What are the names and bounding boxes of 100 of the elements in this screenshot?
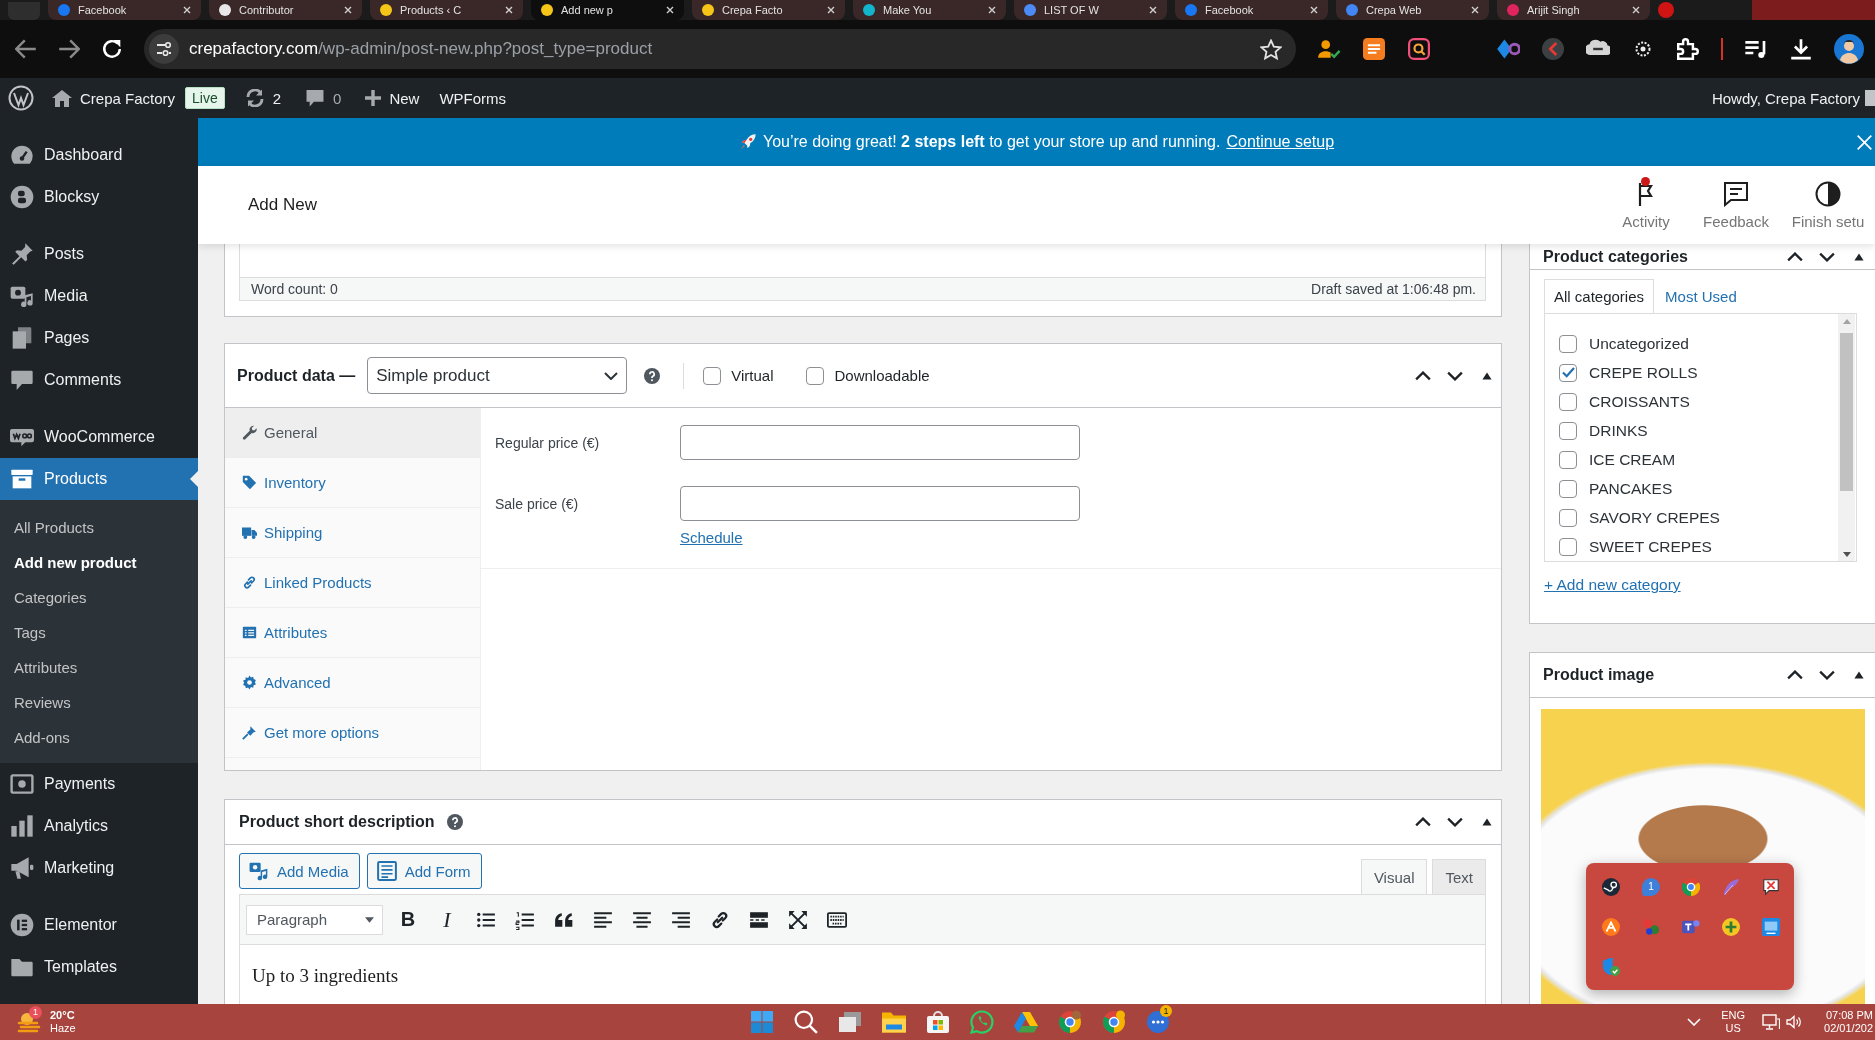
chevron-up-icon[interactable] — [1415, 817, 1431, 827]
blocked-chat-icon[interactable] — [1762, 878, 1780, 896]
checkbox[interactable] — [1559, 392, 1577, 411]
chevron-down-icon[interactable] — [1447, 370, 1463, 381]
submenu-item[interactable]: Add-ons — [0, 720, 198, 755]
browser-tab[interactable]: Contributor — [209, 0, 362, 20]
bold-button[interactable]: B — [393, 904, 423, 935]
tune-icon[interactable] — [149, 34, 179, 64]
site-name-link[interactable]: Crepa Factory — [52, 89, 176, 107]
chevron-down-icon[interactable] — [1819, 670, 1835, 680]
forms-menu-link[interactable]: WPForms — [439, 89, 507, 107]
browser-tab[interactable]: Arijit Singh — [1497, 0, 1650, 20]
menu-item[interactable]: Media — [0, 275, 198, 317]
close-icon[interactable] — [1149, 6, 1157, 14]
overlapping-squares-icon[interactable] — [838, 1010, 862, 1034]
forward-icon[interactable] — [58, 39, 80, 59]
dotted-circle-icon[interactable] — [1635, 41, 1651, 57]
product-data-tab[interactable]: Linked Products — [225, 558, 480, 608]
header-action-button[interactable]: Finish setu — [1781, 180, 1875, 230]
star-icon[interactable] — [1260, 38, 1282, 60]
add-form-button[interactable]: Add Form — [366, 853, 482, 889]
close-icon[interactable] — [1310, 6, 1318, 14]
header-action-button[interactable]: Feedback — [1691, 180, 1781, 230]
price-input[interactable] — [680, 486, 1080, 521]
align-right-icon[interactable] — [671, 909, 691, 930]
browser-tab[interactable]: LIST OF W — [1014, 0, 1167, 20]
close-icon[interactable] — [1632, 6, 1640, 14]
submenu-item[interactable]: All Products — [0, 510, 198, 545]
segmented-circle-icon[interactable] — [1058, 1010, 1082, 1034]
checkbox[interactable] — [1559, 421, 1577, 440]
close-icon[interactable] — [827, 6, 835, 14]
window-tile-icon[interactable] — [1762, 918, 1780, 936]
plus-disc-icon[interactable] — [1722, 918, 1740, 936]
speaker-icon[interactable] — [1786, 1015, 1803, 1029]
checkbox[interactable] — [1559, 508, 1577, 527]
keyboard-icon[interactable] — [827, 909, 847, 930]
playlist-icon[interactable] — [1744, 38, 1768, 60]
product-data-tab[interactable]: Get more options — [225, 708, 480, 758]
clock-time[interactable]: 07:08 PM — [1825, 1009, 1873, 1022]
folder-icon[interactable] — [882, 1010, 906, 1034]
person-check-icon[interactable] — [1317, 38, 1341, 60]
product-type-select[interactable]: Simple product — [367, 357, 628, 394]
puzzle-icon[interactable] — [1676, 38, 1700, 60]
chat-bubble-icon[interactable] — [1146, 1010, 1170, 1034]
browser-tab[interactable]: Facebook — [48, 0, 201, 20]
comments-link[interactable]: 0 — [305, 89, 342, 107]
updates-link[interactable]: 2 — [244, 89, 282, 107]
checkbox[interactable] — [1559, 479, 1577, 498]
close-icon[interactable] — [1471, 6, 1479, 14]
shield-check-icon[interactable] — [1602, 958, 1620, 976]
checkbox[interactable] — [806, 366, 825, 385]
browser-tab[interactable]: Products ‹ C — [370, 0, 523, 20]
scroll-down-icon[interactable] — [1842, 552, 1851, 557]
menu-item[interactable]: WooCommerce — [0, 416, 198, 458]
italic-button[interactable]: I — [432, 904, 462, 935]
download-icon[interactable] — [1789, 38, 1813, 60]
menu-item[interactable]: Comments — [0, 359, 198, 401]
network-icon[interactable] — [1762, 1014, 1781, 1030]
fullscreen-icon[interactable] — [788, 909, 808, 930]
format-select[interactable]: Paragraph — [246, 904, 383, 935]
browser-tab[interactable]: Crepa Web — [1336, 0, 1489, 20]
search-icon[interactable] — [794, 1010, 818, 1034]
menu-item[interactable]: Elementor — [0, 904, 198, 946]
chevron-down-icon[interactable] — [1819, 251, 1835, 262]
chevron-icon[interactable] — [1687, 1018, 1702, 1026]
product-data-tab[interactable]: Advanced — [225, 658, 480, 708]
menu-item[interactable]: Posts — [0, 233, 198, 275]
tile-icon[interactable] — [1682, 918, 1700, 936]
close-icon[interactable] — [505, 6, 513, 14]
help-icon[interactable] — [644, 367, 661, 384]
extension-icon[interactable] — [1496, 38, 1520, 60]
continue-setup-link[interactable]: Continue setup — [1226, 133, 1335, 151]
chevron-up-icon[interactable] — [1415, 370, 1431, 381]
browser-tab[interactable]: Add new p — [531, 0, 684, 20]
checkbox[interactable] — [1559, 450, 1577, 469]
menu-item[interactable]: Templates — [0, 946, 198, 988]
align-left-icon[interactable] — [593, 909, 613, 930]
read-more-icon[interactable] — [749, 909, 769, 930]
close-icon[interactable] — [666, 6, 674, 14]
clock-date[interactable]: 02/01/202 — [1824, 1022, 1873, 1035]
numbered-list-icon[interactable] — [515, 909, 535, 930]
scrollbar[interactable] — [1838, 314, 1855, 561]
product-data-tab[interactable]: Shipping — [225, 508, 480, 558]
category-tab[interactable]: Most Used — [1655, 279, 1747, 313]
category-tab[interactable]: All categories — [1544, 279, 1655, 313]
chevron-up-icon[interactable] — [1787, 251, 1803, 262]
submenu-item[interactable]: Add new product — [0, 545, 198, 580]
link-icon[interactable] — [710, 909, 730, 930]
menu-item[interactable]: Dashboard — [0, 134, 198, 176]
address-bar[interactable]: crepafactory.com/wp-admin/post-new.php?post_type=product — [144, 29, 1296, 69]
count-badge[interactable]: 1 — [1642, 878, 1660, 896]
menu-item[interactable]: Analytics — [0, 805, 198, 847]
close-icon[interactable] — [183, 6, 191, 14]
add-media-button[interactable]: Add Media — [239, 853, 360, 889]
header-action-button[interactable]: Activity — [1601, 180, 1691, 230]
checkbox[interactable] — [1559, 537, 1577, 556]
add-category-link[interactable]: + Add new category — [1544, 576, 1681, 594]
triangle-disc-icon[interactable] — [1602, 918, 1620, 936]
submenu-item[interactable]: Tags — [0, 615, 198, 650]
back-icon[interactable] — [15, 39, 37, 59]
